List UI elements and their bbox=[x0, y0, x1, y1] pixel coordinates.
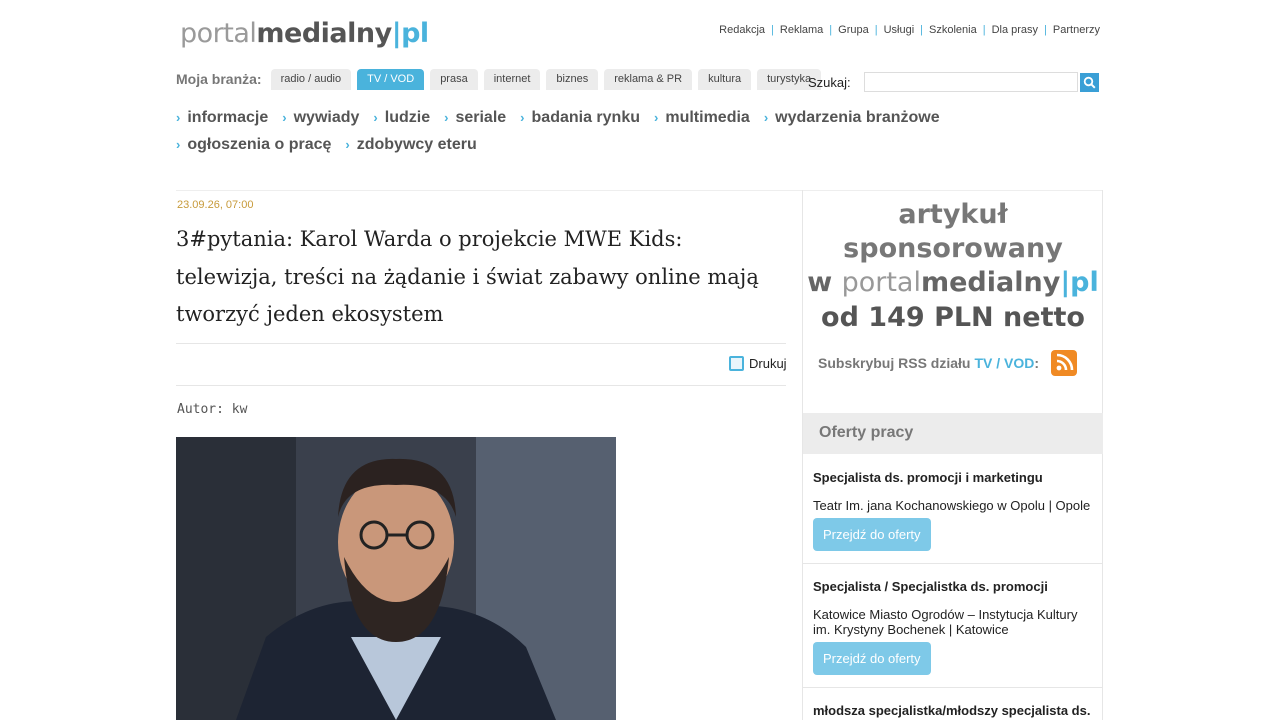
search-label: Szukaj: bbox=[808, 74, 851, 90]
search-input[interactable] bbox=[863, 72, 1078, 92]
print-icon bbox=[729, 356, 744, 371]
nav-seriale[interactable]: › seriale bbox=[444, 109, 506, 127]
nav-multimedia[interactable]: › multimedia bbox=[654, 109, 750, 127]
nav-ludzie[interactable]: › ludzie bbox=[373, 109, 430, 127]
job-offer: Specjalista ds. promocji i marketingu Te… bbox=[803, 454, 1103, 564]
view-offer-button[interactable]: Przejdź do oferty bbox=[813, 518, 931, 551]
chevron-right-icon: › bbox=[373, 110, 378, 125]
divider bbox=[176, 385, 786, 386]
site-logo[interactable]: portalmedialny|pl bbox=[180, 18, 429, 49]
ad-line-2: w portalmedialny|pl bbox=[807, 267, 1099, 298]
nav-zdobywcy-eteru[interactable]: › zdobywcy eteru bbox=[345, 136, 476, 154]
tab-prasa[interactable]: prasa bbox=[430, 68, 478, 90]
job-offers-heading: Oferty pracy bbox=[803, 413, 1103, 454]
sidebar: artykuł sponsorowany w portalmedialny|pl… bbox=[802, 190, 1103, 720]
industry-tabs: Moja branża: radio / audio TV / VOD pras… bbox=[176, 68, 827, 90]
chevron-right-icon: › bbox=[654, 110, 659, 125]
tab-biznes[interactable]: biznes bbox=[546, 68, 599, 90]
search-bar: Szukaj: bbox=[808, 72, 1099, 92]
ad-line-1: artykuł sponsorowany bbox=[843, 199, 1063, 264]
tab-internet[interactable]: internet bbox=[483, 68, 541, 90]
article-photo bbox=[176, 437, 616, 720]
logo-part-pl: |pl bbox=[391, 18, 429, 49]
job-offer: Specjalista / Specjalistka ds. promocji … bbox=[803, 563, 1103, 688]
chevron-right-icon: › bbox=[520, 110, 525, 125]
nav-wywiady[interactable]: › wywiady bbox=[282, 109, 359, 127]
search-button[interactable] bbox=[1079, 72, 1099, 92]
view-offer-button[interactable]: Przejdź do oferty bbox=[813, 642, 931, 675]
sponsored-article-ad[interactable]: artykuł sponsorowany w portalmedialny|pl… bbox=[803, 198, 1103, 336]
logo-part-medialny: medialny bbox=[256, 18, 392, 49]
rss-section: TV / VOD bbox=[974, 355, 1035, 371]
search-icon bbox=[1083, 76, 1096, 89]
tab-radio-audio[interactable]: radio / audio bbox=[270, 68, 352, 90]
nav-badania-rynku[interactable]: › badania rynku bbox=[520, 109, 640, 127]
topnav-reklama[interactable]: Reklama bbox=[780, 24, 823, 36]
topnav-partnerzy[interactable]: Partnerzy bbox=[1053, 24, 1100, 36]
job-offer: młodsza specjalistka/młodszy specjalista… bbox=[803, 687, 1103, 718]
chevron-right-icon: › bbox=[176, 110, 181, 125]
job-company: Katowice Miasto Ogrodów – Instytucja Kul… bbox=[813, 607, 1078, 637]
ad-line-3: od 149 PLN netto bbox=[821, 302, 1085, 333]
job-company: Teatr Im. jana Kochanowskiego w Opolu | … bbox=[813, 498, 1091, 513]
chevron-right-icon: › bbox=[176, 137, 181, 152]
job-title[interactable]: Specjalista ds. promocji i marketingu bbox=[813, 470, 1093, 485]
rss-icon[interactable] bbox=[1051, 350, 1078, 376]
rss-label: Subskrybuj RSS działu bbox=[818, 355, 971, 371]
logo-part-portal: portal bbox=[180, 18, 257, 49]
nav-informacje[interactable]: › informacje bbox=[176, 109, 268, 127]
nav-wydarzenia-branzowe[interactable]: › wydarzenia branżowe bbox=[764, 109, 940, 127]
tab-reklama-pr[interactable]: reklama & PR bbox=[604, 68, 693, 90]
article-date: 23.09.26, 07:00 bbox=[177, 199, 254, 211]
print-label: Drukuj bbox=[749, 356, 787, 371]
rss-subscribe[interactable]: Subskrybuj RSS działu TV / VOD: bbox=[818, 350, 1078, 376]
main-navigation: › informacje › wywiady › ludzie › seriale › b… bbox=[176, 104, 976, 158]
industry-label: Moja branża: bbox=[176, 71, 262, 87]
topnav-redakcja[interactable]: Redakcja bbox=[719, 24, 765, 36]
topnav-uslugi[interactable]: Usługi bbox=[884, 24, 915, 36]
tab-tv-vod[interactable]: TV / VOD bbox=[357, 68, 425, 90]
print-button[interactable]: Drukuj bbox=[729, 356, 787, 371]
chevron-right-icon: › bbox=[763, 110, 769, 125]
job-title[interactable]: Specjalista / Specjalistka ds. promocji bbox=[813, 579, 1093, 594]
topnav-szkolenia[interactable]: Szkolenia bbox=[929, 24, 977, 36]
top-navigation: Redakcja | Reklama | Grupa | Usługi | Szkole… bbox=[719, 24, 1100, 36]
tab-kultura[interactable]: kultura bbox=[698, 68, 752, 90]
job-title[interactable]: młodsza specjalistka/młodszy specjalista… bbox=[813, 703, 1093, 718]
chevron-right-icon: › bbox=[444, 110, 449, 125]
divider bbox=[176, 343, 786, 344]
chevron-right-icon: › bbox=[345, 137, 350, 152]
chevron-right-icon: › bbox=[282, 110, 287, 125]
topnav-grupa[interactable]: Grupa bbox=[838, 24, 869, 36]
rss-colon: : bbox=[1034, 355, 1040, 371]
article-author: Autor: kw bbox=[177, 402, 248, 417]
article-title: 3#pytania: Karol Warda o projekcie MWE K… bbox=[176, 227, 759, 326]
topnav-dla-prasy[interactable]: Dla prasy bbox=[992, 24, 1038, 36]
nav-ogloszenia-o-prace[interactable]: › ogłoszenia o pracę bbox=[176, 136, 331, 154]
